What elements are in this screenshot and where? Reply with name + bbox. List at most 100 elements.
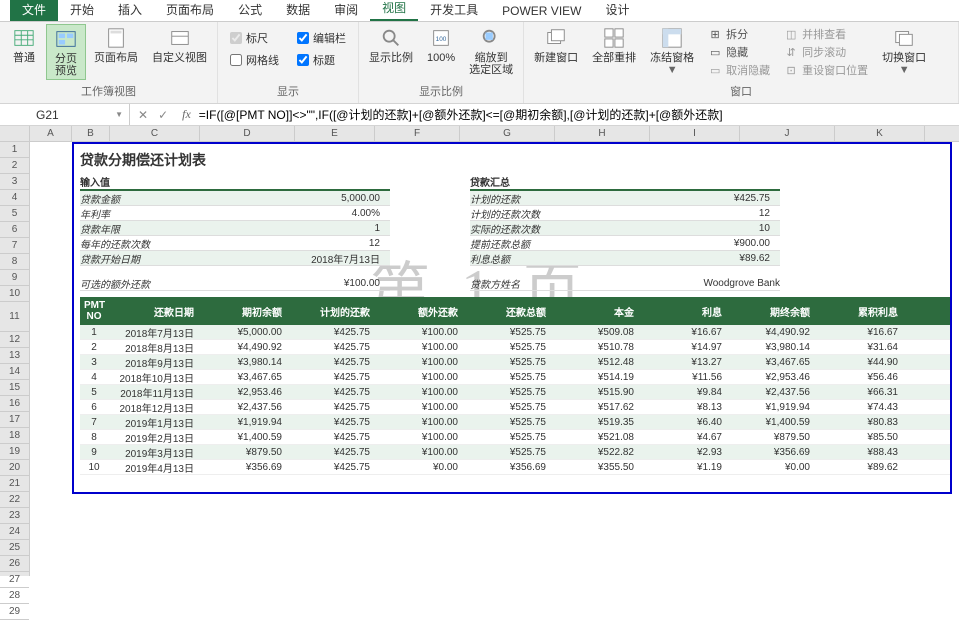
table-cell[interactable]: ¥100.00 [374, 417, 462, 428]
chk-headings[interactable]: 标题 [297, 52, 346, 68]
table-cell[interactable]: ¥425.75 [286, 357, 374, 368]
chk-ruler[interactable]: 标尺 [230, 30, 279, 46]
zoom-100-button[interactable]: 100100% [421, 24, 461, 66]
tab-1[interactable]: 插入 [106, 0, 154, 21]
new-window-button[interactable]: 新建窗口 [528, 24, 584, 66]
table-cell[interactable]: ¥425.75 [286, 387, 374, 398]
table-cell[interactable]: ¥1,400.59 [198, 432, 286, 443]
row-header[interactable]: 10 [0, 286, 29, 302]
row-header[interactable]: 22 [0, 492, 29, 508]
table-cell[interactable]: 7 [80, 417, 108, 428]
table-cell[interactable]: 10 [80, 462, 108, 473]
row-header[interactable]: 4 [0, 190, 29, 206]
hide-button[interactable]: ▭隐藏 [708, 44, 770, 60]
split-button[interactable]: ⊞拆分 [708, 26, 770, 42]
table-cell[interactable]: ¥80.83 [814, 417, 902, 428]
field-value[interactable]: 1 [280, 223, 380, 234]
chk-gridlines[interactable]: 网格线 [230, 52, 279, 68]
table-cell[interactable]: ¥525.75 [462, 387, 550, 398]
table-cell[interactable]: ¥425.75 [286, 447, 374, 458]
tab-2[interactable]: 页面布局 [154, 0, 226, 21]
table-row[interactable]: 12018年7月13日¥5,000.00¥425.75¥100.00¥525.7… [80, 325, 950, 340]
row-header[interactable]: 2 [0, 158, 29, 174]
table-cell[interactable]: ¥515.90 [550, 387, 638, 398]
table-row[interactable]: 62018年12月13日¥2,437.56¥425.75¥100.00¥525.… [80, 400, 950, 415]
view-layout-button[interactable]: 页面布局 [88, 24, 144, 66]
table-cell[interactable]: ¥356.69 [462, 462, 550, 473]
table-cell[interactable]: ¥356.69 [726, 447, 814, 458]
table-cell[interactable]: ¥100.00 [374, 402, 462, 413]
col-header[interactable]: H [555, 126, 650, 141]
row-header[interactable]: 1 [0, 142, 29, 158]
zoom-button[interactable]: 显示比例 [363, 24, 419, 66]
row-header[interactable]: 20 [0, 460, 29, 476]
table-cell[interactable]: ¥3,980.14 [198, 357, 286, 368]
table-cell[interactable]: ¥525.75 [462, 342, 550, 353]
row-header[interactable]: 3 [0, 174, 29, 190]
row-header[interactable]: 5 [0, 206, 29, 222]
field-value[interactable]: 12 [280, 238, 380, 249]
table-cell[interactable]: 2018年8月13日 [108, 340, 198, 355]
table-cell[interactable]: ¥85.50 [814, 432, 902, 443]
table-cell[interactable]: ¥425.75 [286, 372, 374, 383]
row-header[interactable]: 16 [0, 396, 29, 412]
row-header[interactable]: 14 [0, 364, 29, 380]
table-cell[interactable]: ¥2,953.46 [726, 372, 814, 383]
switch-window-button[interactable]: 切换窗口▼ [876, 24, 932, 78]
field-value[interactable]: 10 [670, 223, 770, 234]
table-row[interactable]: 72019年1月13日¥1,919.94¥425.75¥100.00¥525.7… [80, 415, 950, 430]
row-header[interactable]: 29 [0, 604, 29, 620]
table-cell[interactable]: ¥509.08 [550, 327, 638, 338]
table-cell[interactable]: ¥100.00 [374, 357, 462, 368]
table-cell[interactable]: ¥100.00 [374, 342, 462, 353]
table-cell[interactable]: ¥425.75 [286, 462, 374, 473]
table-cell[interactable]: ¥355.50 [550, 462, 638, 473]
row-header[interactable]: 9 [0, 270, 29, 286]
tab-8[interactable]: POWER VIEW [490, 1, 593, 21]
table-cell[interactable]: 2018年9月13日 [108, 355, 198, 370]
table-cell[interactable]: ¥519.35 [550, 417, 638, 428]
table-cell[interactable]: 2019年4月13日 [108, 460, 198, 475]
table-cell[interactable]: ¥2.93 [638, 447, 726, 458]
chk-formulabar[interactable]: 编辑栏 [297, 30, 346, 46]
table-row[interactable]: 102019年4月13日¥356.69¥425.75¥0.00¥356.69¥3… [80, 460, 950, 475]
table-cell[interactable]: 2018年12月13日 [108, 400, 198, 415]
col-header[interactable]: F [375, 126, 460, 141]
tab-file[interactable]: 文件 [10, 0, 58, 21]
name-box[interactable]: G21▼ [30, 104, 130, 125]
table-cell[interactable]: ¥74.43 [814, 402, 902, 413]
field-value[interactable]: ¥425.75 [670, 193, 770, 204]
table-cell[interactable]: ¥425.75 [286, 432, 374, 443]
row-header[interactable]: 7 [0, 238, 29, 254]
arrange-all-button[interactable]: 全部重排 [586, 24, 642, 66]
table-cell[interactable]: ¥2,953.46 [198, 387, 286, 398]
table-cell[interactable]: ¥521.08 [550, 432, 638, 443]
table-row[interactable]: 22018年8月13日¥4,490.92¥425.75¥100.00¥525.7… [80, 340, 950, 355]
zoom-selection-button[interactable]: 缩放到选定区域 [463, 24, 519, 78]
table-cell[interactable]: ¥525.75 [462, 357, 550, 368]
table-cell[interactable]: ¥5,000.00 [198, 327, 286, 338]
table-cell[interactable]: ¥1,400.59 [726, 417, 814, 428]
field-value[interactable]: 2018年7月13日 [280, 251, 380, 266]
field-value[interactable]: 4.00% [280, 208, 380, 219]
table-cell[interactable]: 2 [80, 342, 108, 353]
table-cell[interactable]: 2019年3月13日 [108, 445, 198, 460]
table-cell[interactable]: ¥517.62 [550, 402, 638, 413]
row-header[interactable]: 18 [0, 428, 29, 444]
formula-bar-input[interactable] [197, 106, 959, 124]
table-cell[interactable]: 8 [80, 432, 108, 443]
table-cell[interactable]: ¥2,437.56 [726, 387, 814, 398]
tab-4[interactable]: 数据 [274, 0, 322, 21]
table-cell[interactable]: 2018年7月13日 [108, 325, 198, 340]
field-value[interactable]: ¥89.62 [670, 253, 770, 264]
table-cell[interactable]: ¥16.67 [638, 327, 726, 338]
table-cell[interactable]: ¥512.48 [550, 357, 638, 368]
field-value[interactable]: ¥900.00 [670, 238, 770, 249]
table-cell[interactable]: ¥525.75 [462, 447, 550, 458]
table-cell[interactable]: 6 [80, 402, 108, 413]
row-header[interactable]: 19 [0, 444, 29, 460]
table-cell[interactable]: ¥0.00 [726, 462, 814, 473]
col-header[interactable]: A [30, 126, 72, 141]
freeze-panes-button[interactable]: 冻结窗格▼ [644, 24, 700, 78]
table-cell[interactable]: ¥8.13 [638, 402, 726, 413]
